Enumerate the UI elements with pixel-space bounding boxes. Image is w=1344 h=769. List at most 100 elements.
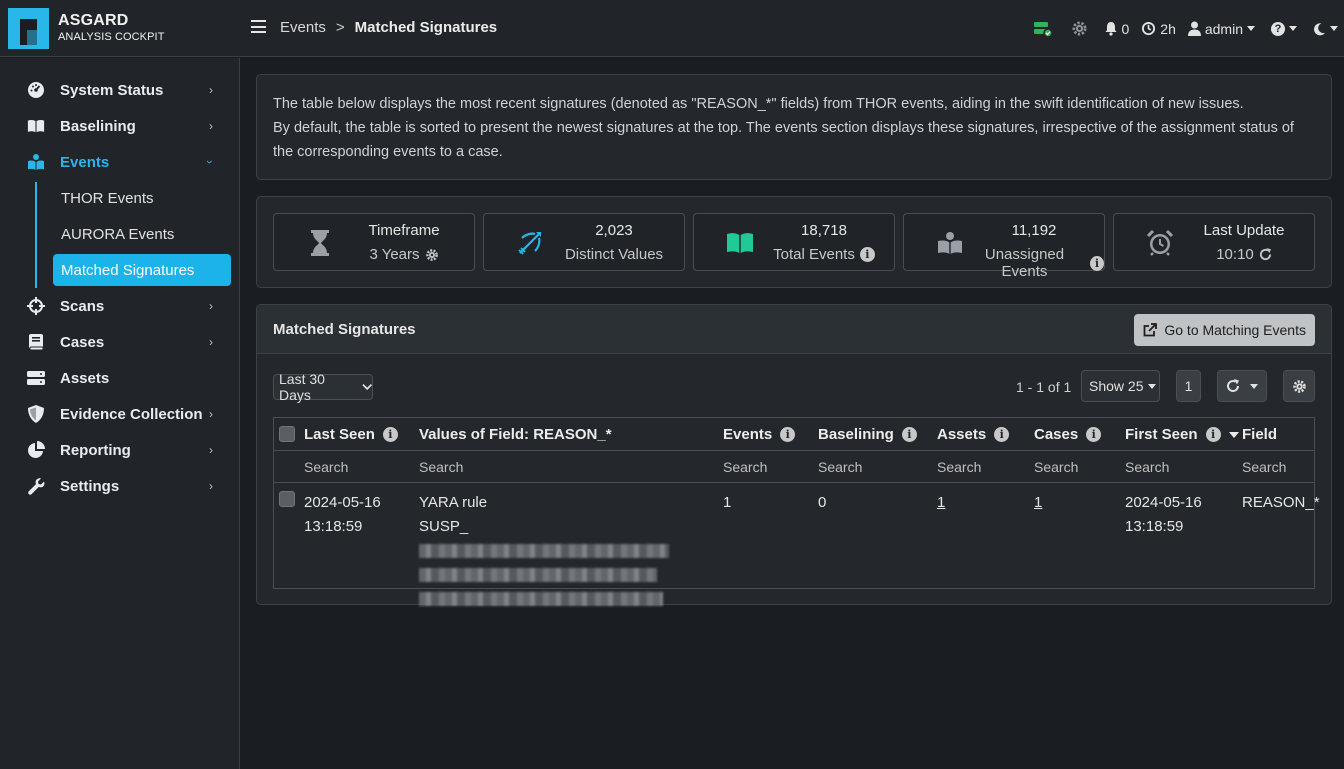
- settings-gear-icon[interactable]: [1071, 20, 1088, 37]
- cell-baselining: 0: [818, 494, 827, 511]
- search-input-last-seen[interactable]: Search: [304, 459, 348, 475]
- sidebar-item-label: System Status: [60, 81, 164, 99]
- refresh-icon[interactable]: [1259, 248, 1272, 261]
- page-size-value: Show 25: [1089, 378, 1144, 394]
- stat-last-update[interactable]: Last Update 10:10: [1113, 213, 1315, 271]
- select-all-checkbox[interactable]: [279, 426, 295, 442]
- cases-link[interactable]: 1: [1034, 494, 1042, 511]
- column-label: Baselining: [818, 426, 894, 443]
- timer-button[interactable]: 2h: [1141, 21, 1176, 37]
- hourglass-icon: [306, 229, 334, 257]
- search-input-events[interactable]: Search: [723, 459, 767, 475]
- table-row[interactable]: 2024-05-16 13:18:59 YARA rule SUSP_ 1 0 …: [274, 483, 1320, 607]
- refresh-split-button[interactable]: [1217, 370, 1267, 402]
- sidebar-subitem-thor-events[interactable]: THOR Events: [53, 182, 231, 214]
- column-header-last-seen[interactable]: Last Seen i: [304, 426, 398, 443]
- chevron-down-icon: [1250, 383, 1258, 389]
- info-text-line2: By default, the table is sorted to prese…: [273, 120, 1294, 160]
- server-status-icon[interactable]: [1033, 21, 1054, 37]
- info-icon[interactable]: i: [994, 427, 1010, 442]
- notification-count: 0: [1121, 20, 1130, 37]
- info-icon[interactable]: i: [780, 427, 796, 442]
- column-header-baselining[interactable]: Baselining i: [818, 426, 917, 443]
- value-line-2: SUSP_: [419, 518, 469, 535]
- gear-icon[interactable]: [425, 248, 439, 262]
- row-checkbox[interactable]: [279, 491, 295, 507]
- chevron-down-icon: [1148, 383, 1157, 389]
- pagination-info: 1 - 1 of 1: [1016, 379, 1072, 395]
- chevron-down-icon: ›: [203, 160, 217, 164]
- stat-timeframe[interactable]: Timeframe 3 Years: [273, 213, 475, 271]
- search-input-values[interactable]: Search: [419, 459, 463, 475]
- search-input-first-seen[interactable]: Search: [1125, 459, 1169, 475]
- user-icon: [1187, 21, 1201, 36]
- sidebar-item-cases[interactable]: Cases ›: [0, 324, 240, 360]
- info-icon[interactable]: i: [382, 427, 398, 442]
- notifications-button[interactable]: 0: [1104, 21, 1129, 37]
- stat-total-events[interactable]: 18,718 Total Events i: [693, 213, 895, 271]
- range-filter-select[interactable]: Last 30 Days: [273, 371, 373, 403]
- search-input-cases[interactable]: Search: [1034, 459, 1078, 475]
- user-name: admin: [1204, 20, 1243, 37]
- column-header-cases[interactable]: Cases i: [1034, 426, 1102, 443]
- column-header-values[interactable]: Values of Field: REASON_*: [419, 426, 612, 443]
- first-seen-time: 13:18:59: [1125, 518, 1184, 535]
- info-icon[interactable]: i: [1205, 427, 1221, 442]
- sidebar-item-evidence-collection[interactable]: Evidence Collection ›: [0, 396, 240, 432]
- help-menu[interactable]: ?: [1271, 21, 1297, 36]
- sidebar-item-reporting[interactable]: Reporting ›: [0, 432, 240, 468]
- breadcrumb-events[interactable]: Events: [280, 19, 326, 36]
- column-label: Events: [723, 426, 773, 443]
- sidebar-item-label: Baselining: [60, 117, 136, 135]
- menu-toggle-icon[interactable]: [251, 20, 266, 33]
- user-menu[interactable]: admin: [1187, 20, 1255, 37]
- chevron-down-icon: [1330, 26, 1338, 31]
- chevron-right-icon: ›: [209, 479, 213, 493]
- info-icon[interactable]: i: [1086, 427, 1102, 442]
- go-to-matching-events-label: Go to Matching Events: [1164, 322, 1306, 338]
- asgard-logo: [8, 7, 49, 49]
- go-to-matching-events-button[interactable]: Go to Matching Events: [1134, 314, 1315, 346]
- info-icon[interactable]: i: [901, 427, 917, 442]
- page-1-button[interactable]: 1: [1176, 370, 1201, 402]
- matched-signatures-card: Matched Signatures Go to Matching Events…: [256, 304, 1332, 607]
- cell-values[interactable]: YARA rule SUSP_: [419, 491, 717, 611]
- stat-unassigned-events[interactable]: 11,192 Unassigned Events i: [903, 213, 1105, 280]
- info-icon[interactable]: i: [859, 247, 875, 262]
- column-label: Assets: [937, 426, 987, 443]
- brand[interactable]: ASGARD ANALYSIS COCKPIT: [0, 0, 240, 57]
- sidebar-item-settings[interactable]: Settings ›: [0, 468, 240, 504]
- brand-subtitle: ANALYSIS COCKPIT: [58, 31, 165, 43]
- search-input-baselining[interactable]: Search: [818, 459, 862, 475]
- theme-toggle[interactable]: [1313, 22, 1338, 36]
- alarm-clock-icon: [1146, 229, 1174, 257]
- sidebar-subitem-aurora-events[interactable]: AURORA Events: [53, 218, 231, 250]
- cell-first-seen: 2024-05-16 13:18:59: [1125, 491, 1202, 539]
- reader-icon: [936, 229, 964, 257]
- page-size-select[interactable]: Show 25: [1081, 370, 1160, 402]
- card-header: Matched Signatures Go to Matching Events: [257, 305, 1331, 354]
- sidebar-item-system-status[interactable]: System Status ›: [0, 72, 240, 108]
- column-header-events[interactable]: Events i: [723, 426, 796, 443]
- brand-title: ASGARD: [58, 12, 129, 29]
- column-header-field[interactable]: Field: [1242, 426, 1277, 443]
- info-icon[interactable]: i: [1089, 255, 1104, 271]
- stat-unassigned-events-label: Unassigned Events: [984, 246, 1065, 280]
- sidebar-subitem-matched-signatures[interactable]: Matched Signatures: [53, 254, 231, 286]
- crosshair-icon: [27, 297, 45, 315]
- stat-distinct-values[interactable]: 2,023 Distinct Values: [483, 213, 685, 271]
- chevron-down-icon: [1289, 26, 1297, 31]
- column-header-first-seen[interactable]: First Seen i: [1125, 426, 1239, 443]
- sidebar-item-baselining[interactable]: Baselining ›: [0, 108, 240, 144]
- redacted-text: [419, 568, 657, 583]
- column-header-assets[interactable]: Assets i: [937, 426, 1010, 443]
- sidebar-item-assets[interactable]: Assets: [0, 360, 240, 396]
- table-settings-button[interactable]: [1283, 370, 1315, 402]
- search-input-assets[interactable]: Search: [937, 459, 981, 475]
- top-bar: ASGARD ANALYSIS COCKPIT Events > Matched…: [0, 0, 1344, 57]
- book-icon: [27, 333, 45, 351]
- sidebar-item-events[interactable]: Events ›: [0, 144, 240, 180]
- search-input-field[interactable]: Search: [1242, 459, 1286, 475]
- assets-link[interactable]: 1: [937, 494, 945, 511]
- sidebar-item-scans[interactable]: Scans ›: [0, 288, 240, 324]
